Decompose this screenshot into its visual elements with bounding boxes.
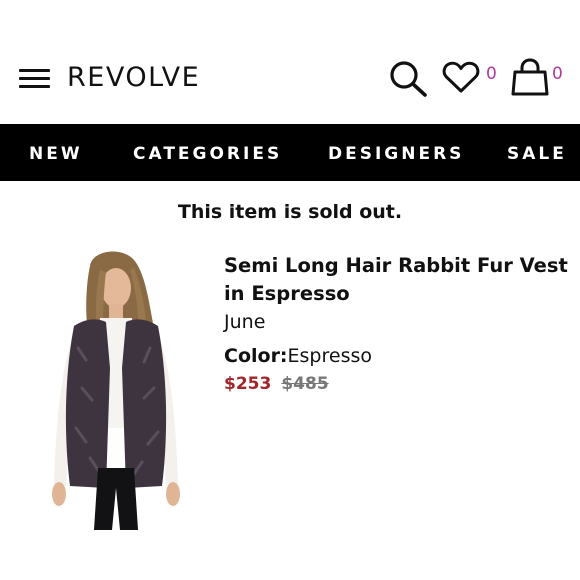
sale-price: $253 xyxy=(224,374,272,394)
product-image[interactable] xyxy=(50,248,182,530)
heart-icon[interactable] xyxy=(442,60,480,94)
nav-item-sale[interactable]: SALE xyxy=(507,144,567,164)
color-value: Espresso xyxy=(287,345,373,367)
bag-count-badge: 0 xyxy=(552,64,563,84)
product-price: $253 $485 xyxy=(224,372,574,396)
nav-item-designers[interactable]: DESIGNERS xyxy=(328,144,464,164)
wishlist-count-badge: 0 xyxy=(486,64,497,84)
hamburger-menu-icon[interactable] xyxy=(19,67,50,89)
main-nav: NEW CATEGORIES DESIGNERS SALE xyxy=(0,124,580,181)
original-price: $485 xyxy=(281,374,329,394)
search-icon[interactable] xyxy=(388,59,428,97)
color-label: Color: xyxy=(224,345,288,367)
nav-item-new[interactable]: NEW xyxy=(29,144,83,164)
product-designer[interactable]: June xyxy=(224,308,574,336)
product-info: Semi Long Hair Rabbit Fur Vest in Espres… xyxy=(224,252,574,396)
nav-item-categories[interactable]: CATEGORIES xyxy=(133,144,282,164)
brand-logo[interactable]: REVOLVE xyxy=(67,62,200,93)
site-header: REVOLVE 0 0 xyxy=(0,0,580,124)
product-color: Color:Espresso xyxy=(224,342,574,370)
product-title[interactable]: Semi Long Hair Rabbit Fur Vest in Espres… xyxy=(224,252,574,308)
shopping-bag-icon[interactable] xyxy=(510,58,550,96)
sold-out-message: This item is sold out. xyxy=(177,201,403,223)
